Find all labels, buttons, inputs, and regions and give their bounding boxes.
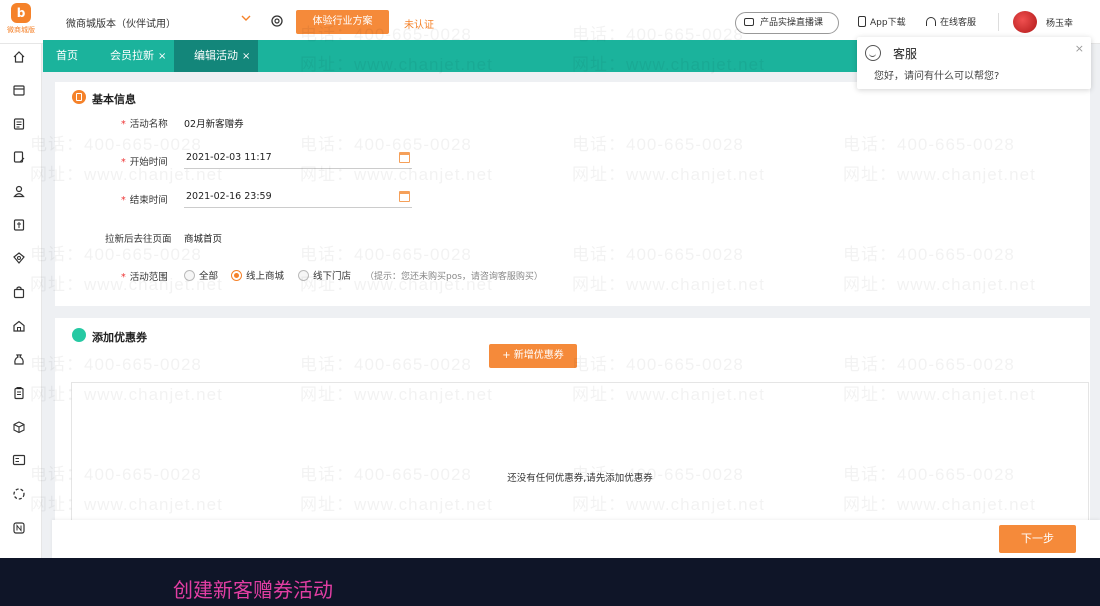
section-title: 基本信息	[92, 93, 136, 106]
footer-bar: 下一步	[52, 520, 1100, 558]
scope-hint: （提示：您还未购买pos，请咨询客服购买）	[365, 272, 543, 282]
radio-circle-selected	[231, 270, 242, 281]
logo-text: 微商城版	[7, 26, 35, 34]
close-icon[interactable]: ×	[1075, 42, 1084, 55]
scope-radio-all[interactable]: 全部	[184, 268, 218, 282]
tab-label: 首页	[56, 49, 78, 62]
start-time-value: 2021-02-03 11:17	[186, 152, 272, 163]
logo-mark: b	[11, 3, 31, 23]
label-text: 活动范围	[129, 272, 168, 283]
tab-home[interactable]: 首页	[56, 40, 78, 72]
home-icon[interactable]	[12, 50, 26, 64]
marketing-icon[interactable]	[12, 251, 26, 265]
video-caption: 创建新客赠券活动	[173, 578, 333, 602]
online-service-link[interactable]: 在线客服	[926, 15, 976, 28]
coupon-dot-icon	[72, 328, 86, 342]
edit-doc-icon[interactable]	[12, 150, 26, 164]
radio-label: 线下门店	[313, 271, 352, 282]
username[interactable]: 杨玉幸	[1046, 16, 1073, 29]
avatar[interactable]	[1013, 11, 1037, 33]
service-popup-title: 客服	[893, 47, 918, 61]
add-coupon-button[interactable]: + 新增优惠券	[489, 344, 577, 368]
info-icon	[72, 90, 86, 104]
section-title: 添加优惠券	[92, 331, 147, 344]
activity-name-field[interactable]: 02月新客赠券	[184, 116, 244, 130]
gear-icon[interactable]	[269, 13, 285, 29]
radio-label: 线上商城	[246, 271, 285, 282]
coupon-panel: 添加优惠券 + 新增优惠券 还没有任何优惠券,请先添加优惠券	[55, 318, 1090, 528]
required-mark: *	[121, 272, 126, 283]
scope-radio-online[interactable]: 线上商城	[231, 268, 284, 282]
service-popup: 客服 您好，请问有什么可以帮您? ×	[857, 37, 1091, 89]
app-download-label: App下载	[870, 18, 906, 28]
required-mark: *	[121, 195, 126, 206]
finance-icon[interactable]	[12, 218, 26, 232]
app-download-link[interactable]: App下载	[858, 15, 906, 28]
live-course-label: 产品实操直播课	[760, 18, 824, 28]
tab-label: 编辑活动	[194, 49, 238, 62]
scope-radio-offline[interactable]: 线下门店	[298, 268, 351, 282]
headset-icon	[926, 17, 936, 26]
radio-label: 全部	[199, 271, 219, 282]
close-icon[interactable]: ×	[158, 51, 166, 62]
money-bag-icon[interactable]	[12, 352, 26, 366]
chevron-down-icon[interactable]	[240, 12, 252, 27]
service-popup-message[interactable]: 您好，请问有什么可以帮您?	[874, 67, 999, 82]
sidebar	[0, 44, 42, 558]
service-face-icon	[865, 45, 881, 61]
redirect-page-label: 拉新后去往页面	[105, 234, 172, 245]
shop-icon[interactable]	[12, 319, 26, 333]
clipboard-icon[interactable]	[12, 386, 26, 400]
member-icon[interactable]	[12, 184, 26, 198]
start-time-label: * 开始时间	[121, 154, 168, 168]
radio-circle	[184, 270, 195, 281]
phone-icon	[858, 16, 866, 27]
tab-label: 会员拉新	[110, 49, 154, 62]
app-window: b 微商城版 微商城版本（伙伴试用） 体验行业方案 未认证 产品实操直播课 Ap…	[0, 0, 1100, 558]
end-time-value: 2021-02-16 23:59	[186, 191, 272, 202]
label-text: 结束时间	[129, 195, 168, 206]
coupon-list-area: 还没有任何优惠券,请先添加优惠券	[71, 382, 1089, 528]
tab-member-acquisition[interactable]: 会员拉新 ×	[110, 40, 166, 72]
end-time-label: * 结束时间	[121, 192, 168, 206]
bag-icon[interactable]	[12, 285, 26, 299]
divider	[998, 13, 999, 31]
label-text: 活动名称	[129, 119, 168, 130]
required-mark: *	[121, 157, 126, 168]
empty-message: 还没有任何优惠券,请先添加优惠券	[507, 473, 653, 484]
logo[interactable]: b 微商城版	[4, 3, 38, 39]
live-course-button[interactable]: 产品实操直播课	[735, 12, 839, 34]
calendar-icon[interactable]	[399, 152, 410, 163]
required-mark: *	[121, 119, 126, 130]
basic-info-panel: 基本信息 * 活动名称 02月新客赠券 * 开始时间 2021-02-03 11:1…	[55, 82, 1090, 306]
loading-icon[interactable]	[12, 487, 26, 501]
tab-edit-activity[interactable]: 编辑活动 ×	[174, 40, 258, 72]
activity-name-label: * 活动名称	[121, 116, 168, 130]
scope-label: * 活动范围	[121, 269, 168, 283]
start-time-input[interactable]: 2021-02-03 11:17	[184, 147, 412, 169]
verify-status-link[interactable]: 未认证	[404, 16, 434, 31]
store-icon[interactable]	[12, 83, 26, 97]
box-icon[interactable]	[12, 420, 26, 434]
new-icon[interactable]	[12, 521, 26, 535]
close-icon[interactable]: ×	[242, 51, 250, 62]
online-service-label: 在线客服	[940, 18, 977, 28]
next-step-button[interactable]: 下一步	[999, 525, 1076, 553]
radio-circle	[298, 270, 309, 281]
end-time-input[interactable]: 2021-02-16 23:59	[184, 186, 412, 208]
redirect-page-value[interactable]: 商城首页	[184, 231, 222, 245]
calendar-icon[interactable]	[399, 191, 410, 202]
label-text: 开始时间	[129, 157, 168, 168]
trial-industry-button[interactable]: 体验行业方案	[296, 10, 389, 34]
report-icon[interactable]	[12, 453, 26, 467]
document-icon[interactable]	[12, 117, 26, 131]
version-selector[interactable]: 微商城版本（伙伴试用）	[66, 15, 176, 30]
tv-icon	[744, 18, 754, 26]
